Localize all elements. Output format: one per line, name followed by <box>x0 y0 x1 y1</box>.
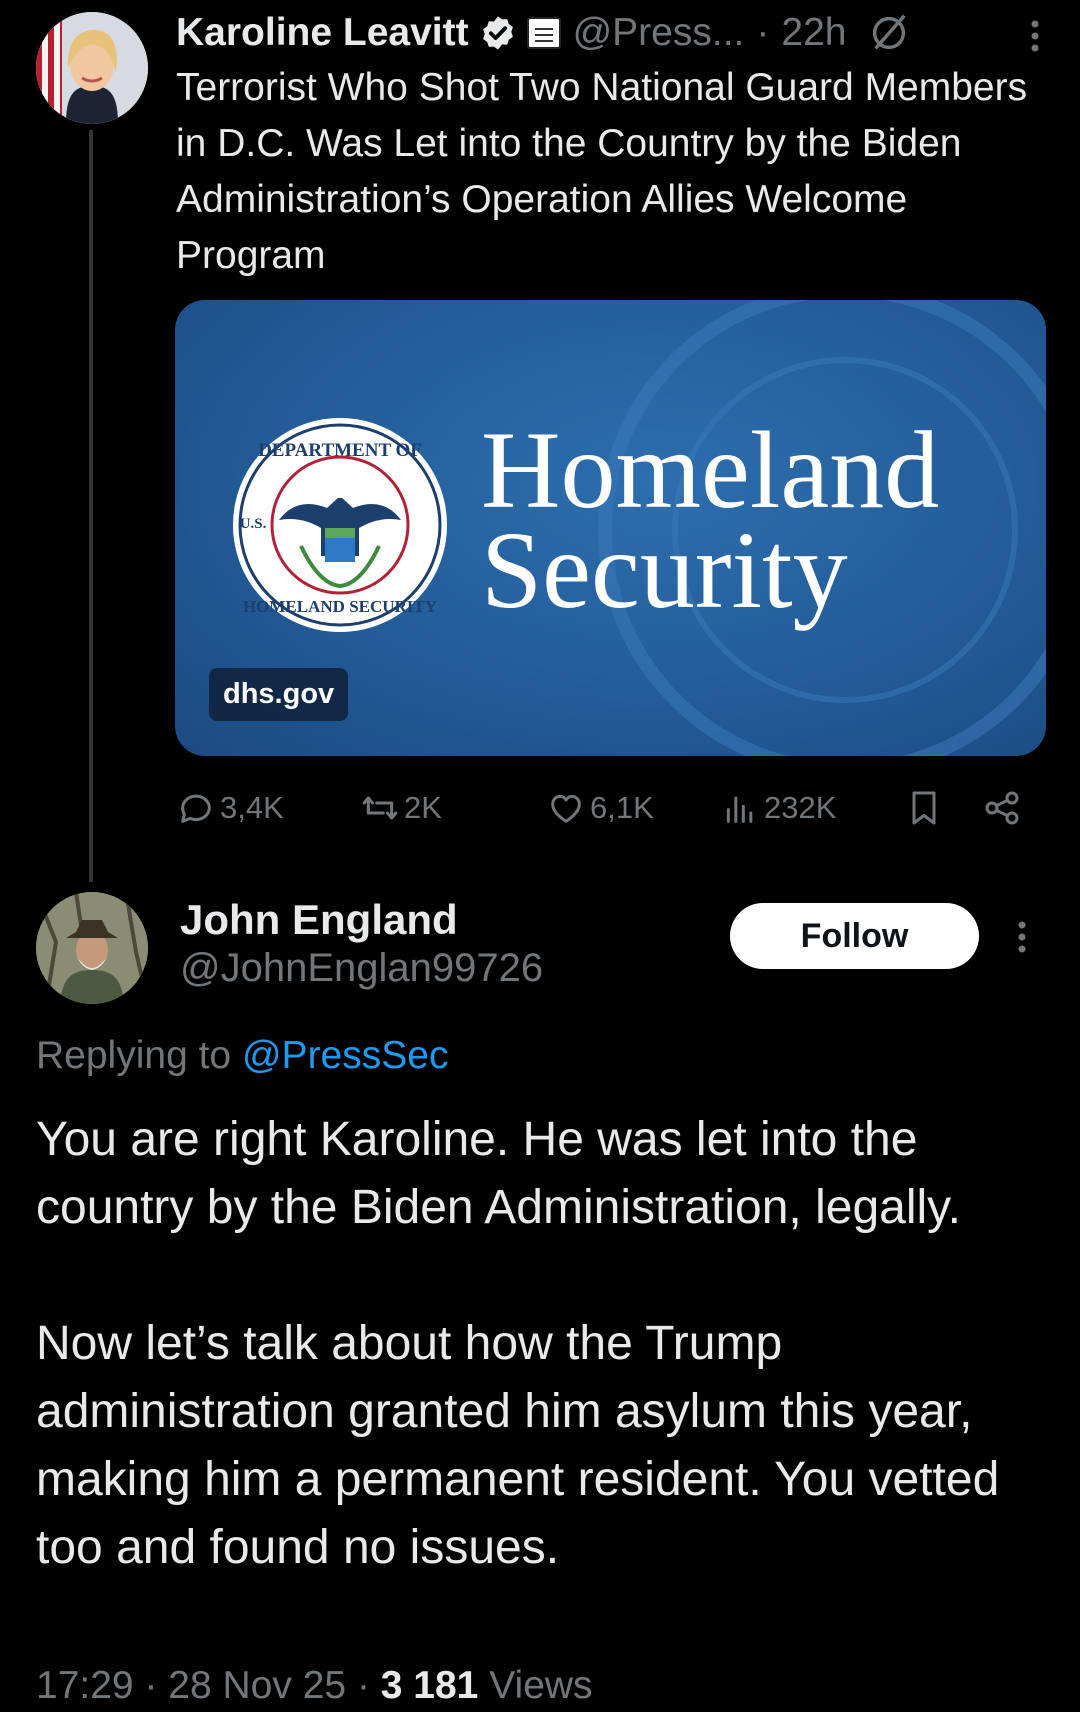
reply-date[interactable]: 28 Nov 25 <box>168 1664 346 1707</box>
footer-separator-1: · <box>144 1664 158 1707</box>
views-action[interactable]: 232K <box>720 782 836 834</box>
bookmark-action[interactable] <box>904 782 948 834</box>
card-title-line-1: Homeland <box>481 409 940 531</box>
reply-action[interactable]: 3,4K <box>176 782 284 834</box>
meta-separator: · <box>756 11 770 54</box>
hidden-reply-icon[interactable] <box>866 10 912 56</box>
seal-left-text: U.S. <box>240 516 267 532</box>
card-domain-tag[interactable]: dhs.gov <box>209 668 349 721</box>
like-icon <box>551 794 581 823</box>
avatar-john-image <box>36 892 148 1004</box>
like-action[interactable]: 6,1K <box>546 782 654 834</box>
author-handle[interactable]: @Press... <box>573 11 745 55</box>
tweet-time[interactable]: 22h <box>781 11 846 55</box>
verified-badge-icon[interactable] <box>479 14 517 52</box>
avatar-karoline-leavitt[interactable] <box>36 12 148 124</box>
like-count: 6,1K <box>590 790 654 825</box>
card-title: Homeland Security <box>481 409 940 631</box>
tweet-actions: 3,4K 2K 6,1K 232K <box>176 782 1046 834</box>
avatar-karoline-image <box>36 12 148 124</box>
more-icon[interactable] <box>1030 18 1040 54</box>
card-title-line-2: Security <box>481 509 848 631</box>
seal-bottom-text: HOMELAND SECURITY <box>243 597 437 616</box>
reply-icon <box>181 794 211 823</box>
reply-paragraph-2: Now let’s talk about how the Trump admin… <box>36 1317 1000 1574</box>
reply-author-name[interactable]: John England <box>180 896 458 944</box>
author-name[interactable]: Karoline Leavitt <box>176 11 469 55</box>
reply-count: 3,4K <box>220 790 284 825</box>
reply-more-icon[interactable] <box>1017 919 1027 955</box>
bookmark-icon <box>912 791 936 825</box>
dhs-seal-icon: DEPARTMENT OF HOMELAND SECURITY U.S. <box>233 418 447 632</box>
views-count: 232K <box>764 790 837 825</box>
seal-top-text: DEPARTMENT OF <box>258 440 422 461</box>
tweet-text: Terrorist Who Shot Two National Guard Me… <box>176 66 1028 277</box>
views-icon <box>726 796 753 823</box>
reply-author-handle[interactable]: @JohnEnglan99726 <box>180 946 543 991</box>
share-action[interactable] <box>982 782 1026 834</box>
reply-time[interactable]: 17:29 <box>36 1664 134 1707</box>
white-house-badge-icon[interactable] <box>526 17 561 49</box>
reply-paragraph-1: You are right Karoline. He was let into … <box>36 1113 961 1234</box>
thread-line <box>89 130 93 882</box>
reply-views-count: 3 181 <box>380 1664 479 1707</box>
replying-mention[interactable]: @PressSec <box>242 1034 448 1077</box>
avatar-john-england[interactable] <box>36 892 148 1004</box>
repost-action[interactable]: 2K <box>360 782 442 834</box>
share-icon <box>985 791 1019 825</box>
repost-icon <box>362 796 398 820</box>
replying-to: Replying to @PressSec <box>36 1034 448 1078</box>
repost-count: 2K <box>404 790 442 825</box>
footer-separator-2: · <box>356 1664 370 1707</box>
replying-prefix: Replying to <box>36 1034 232 1077</box>
link-card[interactable]: DEPARTMENT OF HOMELAND SECURITY U.S. Hom… <box>175 300 1046 756</box>
follow-button[interactable]: Follow <box>730 903 979 969</box>
reply-footer-meta: 17:29 · 28 Nov 25 · 3 181 Views <box>36 1664 593 1708</box>
tweet-header: Karoline Leavitt @Press... · 22h <box>176 8 1056 58</box>
reply-text: You are right Karoline. He was let into … <box>36 1106 1046 1650</box>
reply-views-label: Views <box>489 1664 593 1707</box>
